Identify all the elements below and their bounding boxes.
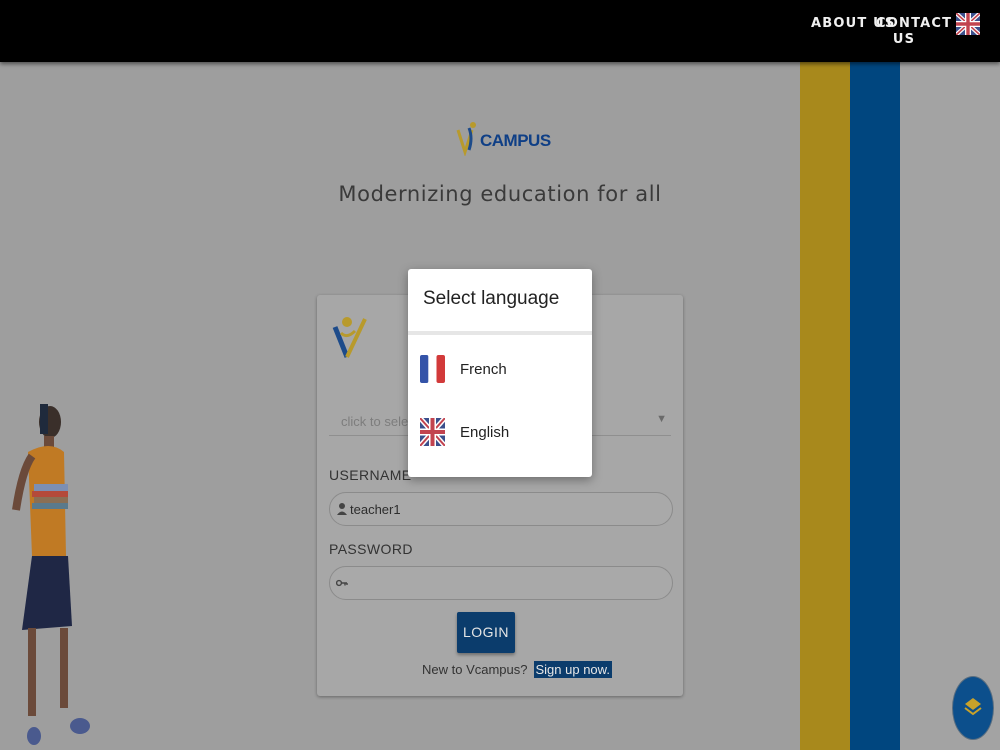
username-input[interactable]: teacher1 bbox=[329, 492, 673, 526]
uk-flag-icon[interactable] bbox=[956, 13, 980, 35]
username-label: USERNAME bbox=[329, 467, 412, 483]
top-navbar: ABOUT US CONTACT US bbox=[0, 0, 1000, 62]
layers-icon bbox=[964, 698, 982, 716]
language-label-english: English bbox=[460, 424, 510, 441]
password-input[interactable] bbox=[329, 566, 673, 600]
password-label: PASSWORD bbox=[329, 541, 413, 557]
uk-flag-icon bbox=[420, 418, 445, 446]
language-option-english[interactable]: English bbox=[408, 411, 592, 455]
language-dialog: Select language French English bbox=[408, 269, 592, 477]
signup-link[interactable]: Sign up now. bbox=[533, 661, 612, 678]
dropdown-arrow-icon: ▼ bbox=[656, 413, 667, 425]
new-user-text: New to Vcampus? bbox=[422, 662, 528, 677]
language-label-french: French bbox=[460, 361, 507, 378]
key-icon bbox=[336, 579, 348, 587]
nav-contact-line2: US bbox=[892, 32, 916, 47]
nav-contact-line1: CONTACT bbox=[876, 16, 953, 31]
floating-action-button[interactable] bbox=[952, 676, 994, 740]
language-option-french[interactable]: French bbox=[408, 348, 592, 392]
dialog-title: Select language bbox=[423, 288, 560, 309]
dialog-divider bbox=[408, 331, 592, 335]
card-logo-icon bbox=[332, 317, 367, 358]
decor-stripe-yellow bbox=[800, 62, 850, 750]
username-value: teacher1 bbox=[350, 502, 401, 517]
tagline: Modernizing education for all bbox=[338, 182, 662, 206]
nav-contact-us[interactable]: CONTACT US bbox=[876, 16, 953, 48]
user-icon bbox=[337, 503, 347, 515]
decor-stripe-grey bbox=[900, 62, 1000, 750]
student-illustration bbox=[12, 404, 90, 745]
france-flag-icon bbox=[420, 355, 445, 383]
decor-stripe-blue bbox=[850, 62, 900, 750]
signup-row: New to Vcampus? Sign up now. bbox=[422, 661, 612, 678]
logo-text: CAMPUS bbox=[480, 131, 551, 150]
login-button[interactable]: LOGIN bbox=[457, 612, 515, 653]
